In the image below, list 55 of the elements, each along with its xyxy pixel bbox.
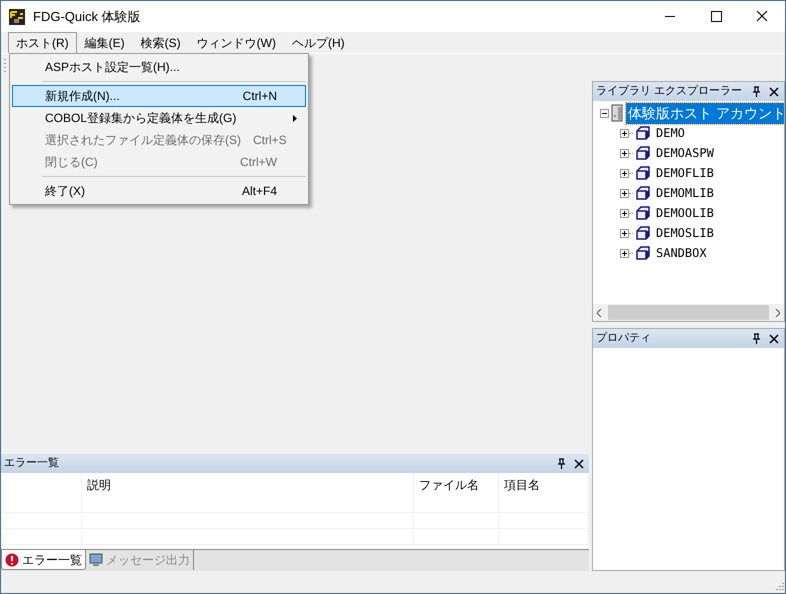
column-header[interactable]: 説明	[87, 478, 111, 492]
expand-icon[interactable]	[620, 208, 629, 218]
column-header[interactable]: 項目名	[504, 478, 540, 492]
panel-title: ライブラリ エクスプローラー	[596, 84, 744, 100]
tree-item[interactable]: SANDBOX	[654, 244, 709, 262]
close-icon[interactable]	[769, 86, 779, 96]
library-icon	[635, 226, 651, 240]
server-icon	[611, 104, 623, 122]
tree-item[interactable]: DEMOASPW	[654, 144, 716, 162]
expand-icon[interactable]	[620, 248, 629, 258]
resize-grip-icon[interactable]	[773, 581, 785, 593]
expand-icon[interactable]	[620, 168, 629, 178]
menu-entry[interactable]: ASPホスト設定一覧(H)...	[12, 56, 306, 78]
pin-icon[interactable]	[752, 333, 761, 344]
library-icon	[635, 186, 651, 200]
expand-icon[interactable]	[620, 228, 629, 238]
tree-item[interactable]: 体験版ホスト アカウント	[626, 102, 784, 124]
tree-item[interactable]: DEMO	[654, 124, 687, 142]
pin-icon[interactable]	[557, 458, 566, 469]
menu-item[interactable]: ウィンドウ(W)	[188, 32, 284, 53]
menu-item[interactable]: ホスト(R)	[8, 32, 77, 53]
window-title: FDG-Quick 体験版	[33, 8, 142, 26]
library-icon	[635, 166, 651, 180]
tree-item[interactable]: DEMOFLIB	[654, 164, 716, 182]
app-icon	[9, 8, 25, 24]
library-icon	[635, 146, 651, 160]
panel-title: エラー一覧	[4, 456, 60, 472]
expand-icon[interactable]	[620, 148, 629, 158]
expand-icon[interactable]	[620, 188, 629, 198]
scroll-left-icon[interactable]	[597, 308, 602, 316]
tree-item[interactable]: DEMOMLIB	[654, 184, 716, 202]
menu-entry[interactable]: COBOL登録集から定義体を生成(G)	[12, 107, 306, 129]
scroll-right-icon[interactable]	[775, 308, 780, 316]
menu-item[interactable]: 編集(E)	[76, 32, 133, 53]
menu-item[interactable]: 検索(S)	[132, 32, 189, 53]
panel-tab[interactable]: エラー一覧	[1, 550, 86, 570]
library-icon	[635, 246, 651, 260]
library-icon	[635, 206, 651, 220]
close-icon[interactable]	[574, 458, 584, 468]
horizontal-scrollbar[interactable]	[593, 304, 784, 321]
monitor-icon	[89, 553, 103, 567]
tree-item[interactable]: DEMOOLIB	[654, 204, 716, 222]
menu-entry[interactable]: 新規作成(N)... Ctrl+N	[12, 85, 306, 107]
pin-icon[interactable]	[752, 86, 761, 97]
close-icon[interactable]	[769, 334, 779, 344]
submenu-arrow-icon	[293, 114, 297, 122]
expand-icon[interactable]	[620, 128, 629, 138]
panel-title: プロパティ	[596, 330, 652, 346]
library-icon	[635, 126, 651, 140]
menu-item[interactable]: ヘルプ(H)	[284, 32, 353, 53]
error-icon	[5, 552, 19, 566]
tree-item[interactable]: DEMOSLIB	[654, 224, 716, 242]
column-header[interactable]: ファイル名	[419, 478, 479, 492]
collapse-icon[interactable]	[600, 108, 609, 118]
menu-entry[interactable]: 終了(X) Alt+F4	[12, 180, 306, 202]
